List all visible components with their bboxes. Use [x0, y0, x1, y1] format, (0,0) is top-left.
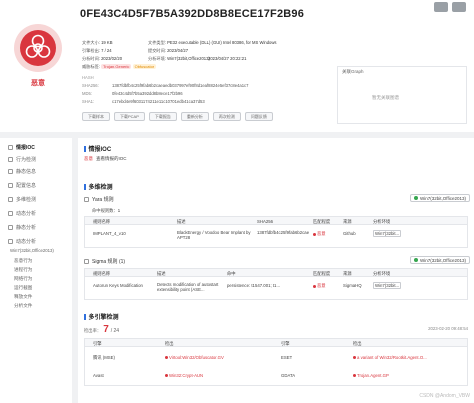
file-size: 文件大小: 19 KB: [82, 40, 113, 45]
sidebar-subitem[interactable]: 恶意行为: [14, 258, 32, 264]
static-icon: [8, 225, 13, 230]
tag-badge[interactable]: Trojan.Generic: [101, 64, 132, 69]
sigma-table: 规则名称 描述 命中 匹配程度 来源 分析环境 Autorun Keys Mod…: [84, 268, 468, 300]
sidebar-item-static-analysis[interactable]: 静态分析: [8, 224, 36, 231]
sidebar-subitem[interactable]: 网络行为: [14, 276, 32, 282]
recheck-button[interactable]: 再次检测: [212, 112, 241, 121]
env-select[interactable]: Win7(32bit,Office2013): [410, 256, 470, 264]
md5-value[interactable]: 0fe43c4d5f7b5a392dd8b8ece17f2b96: [112, 91, 183, 96]
detect-ratio: 引擎检出: 7 / 24: [82, 48, 112, 53]
yara-title: Yara 规则: [84, 196, 114, 203]
sidebar-subitem[interactable]: 分析文件: [14, 303, 32, 309]
status-dot-icon: [414, 196, 419, 200]
report-page: 0FE43C4D5F7B5A392DD8B8ECE17F2B96 恶意 文件大小…: [0, 0, 474, 403]
multi-detect-title: 多维检测: [84, 182, 113, 191]
sha256-row: SHA256: 1387fdbfb4c25f9fab6b2caeaedb03799…: [82, 83, 249, 88]
sha1-row: SHA1: c17ebd4e9f6031174211e11c10701edb41c…: [82, 99, 205, 104]
verdict-label: 恶意: [31, 80, 45, 87]
ioc-section-title: 情报IOC: [84, 144, 112, 153]
detect-icon: [8, 197, 13, 202]
tag-badge[interactable]: Obfuscator: [132, 64, 157, 69]
info-icon: [8, 169, 13, 174]
env-select[interactable]: Win7(32bit,Office2013): [410, 194, 470, 202]
analysis-time-2: 2023/04/27 20:22:21: [208, 56, 247, 61]
summary-card: 0FE43C4D5F7B5A392DD8B8ECE17F2B96 恶意 文件大小…: [0, 0, 474, 132]
threat-tags: 威胁标签: Trojan.Generic Obfuscator: [82, 64, 157, 69]
action-buttons: 下载样本 下载PCAP 下载报告 重新分析 再次检测 问题反馈: [82, 112, 273, 121]
sidebar-item-config[interactable]: 配置信息: [8, 182, 36, 189]
sidebar-subitem[interactable]: 进程行为: [14, 267, 32, 273]
ioc-icon: [8, 145, 13, 150]
sidebar-item-static-info[interactable]: 静态信息: [8, 168, 36, 175]
download-pcap-button[interactable]: 下载PCAP: [114, 112, 145, 121]
main-content: 情报IOC 恶意 查看情报的IOC 多维检测 Yara 规则 Win7(32bi…: [78, 138, 474, 403]
watermark: CSDN @Andom_VBW: [419, 393, 470, 399]
threat-text[interactable]: 查看情报的IOC: [96, 156, 127, 162]
share-icon[interactable]: [434, 2, 448, 12]
download-sample-button[interactable]: 下载样本: [82, 112, 110, 121]
sidebar-env[interactable]: Win7(32bit,Office2013): [10, 248, 54, 253]
dynamic-icon: [8, 211, 13, 216]
engine-table: 引擎 检出 引擎 检出 腾讯 (MSE) Virtool:Win32/Obfus…: [84, 338, 468, 386]
config-icon: [8, 183, 13, 188]
biohazard-icon: [14, 24, 62, 72]
checkbox-icon[interactable]: [84, 259, 89, 264]
sidebar-subitem[interactable]: 运行截图: [14, 285, 32, 291]
sidebar: 情报IOC 行为检测 静态信息 配置信息 多维检测 动态分析 静态分析 动态分析…: [0, 138, 72, 403]
graph-empty-text: 暂无关联图谱: [372, 95, 399, 100]
more-icon[interactable]: [452, 2, 466, 12]
threat-tag: 恶意: [84, 156, 93, 161]
feedback-button[interactable]: 问题反馈: [244, 112, 273, 121]
engine-date: 2023-02-20 09:48:54: [428, 326, 468, 331]
engine-ratio: 检出率： 7 / 24: [84, 324, 120, 335]
engine-section-title: 多引擎检测: [84, 312, 119, 321]
analysis-time: 分析时间: 2023/02/20: [82, 56, 123, 61]
yara-count: 命中规则数：1: [92, 208, 121, 213]
relation-graph-panel: 关联Graph 暂无关联图谱: [337, 66, 467, 124]
sidebar-subitem[interactable]: 释放文件: [14, 294, 32, 300]
analysis-icon: [8, 239, 13, 244]
yara-table: 规则名称 描述 SHA256 匹配程度 来源 分析环境 IMPLANT_4_v1…: [84, 216, 468, 248]
submit-time: 提交时间: 2023/04/27: [148, 48, 189, 53]
sha1-value[interactable]: c17ebd4e9f6031174211e11c10701edb41ca37d5…: [112, 99, 205, 104]
checkbox-icon[interactable]: [84, 197, 89, 202]
ioc-threat-line: 恶意 查看情报的IOC: [84, 156, 127, 162]
page-title: 0FE43C4D5F7B5A392DD8B8ECE17F2B96: [80, 8, 305, 20]
table-header: 规则名称 描述 SHA256 匹配程度 来源 分析环境: [85, 217, 467, 225]
status-dot-icon: [414, 258, 419, 262]
graph-title: 关联Graph: [342, 69, 364, 74]
behavior-icon: [8, 157, 13, 162]
reanalyze-button[interactable]: 重新分析: [180, 112, 209, 121]
sidebar-item-ioc[interactable]: 情报IOC: [8, 144, 35, 151]
sidebar-item-multi-detect[interactable]: 多维检测: [8, 196, 36, 203]
sidebar-item-dynamic-analysis[interactable]: 动态分析: [8, 238, 36, 245]
file-type: 文件类型: PE32 executable (DLL) (GUI) Intel …: [148, 40, 277, 45]
hash-label: HASH: [82, 75, 94, 80]
sidebar-item-behavior[interactable]: 行为检测: [8, 156, 36, 163]
md5-row: MD5: 0fe43c4d5f7b5a392dd8b8ece17f2b96: [82, 91, 183, 96]
sidebar-item-dynamic[interactable]: 动态分析: [8, 210, 36, 217]
sha256-value[interactable]: 1387fdbfb4c25f9fab6b2caeaedb037997ef90f8…: [112, 83, 248, 88]
table-header: 规则名称 描述 命中 匹配程度 来源 分析环境: [85, 269, 467, 277]
analysis-env: 分析环境: Win7(32bit,Office2013): [148, 56, 210, 61]
table-header: 引擎 检出 引擎 检出: [85, 339, 467, 347]
sigma-title: Sigma 规则 (1): [84, 258, 125, 265]
download-report-button[interactable]: 下载报告: [148, 112, 177, 121]
